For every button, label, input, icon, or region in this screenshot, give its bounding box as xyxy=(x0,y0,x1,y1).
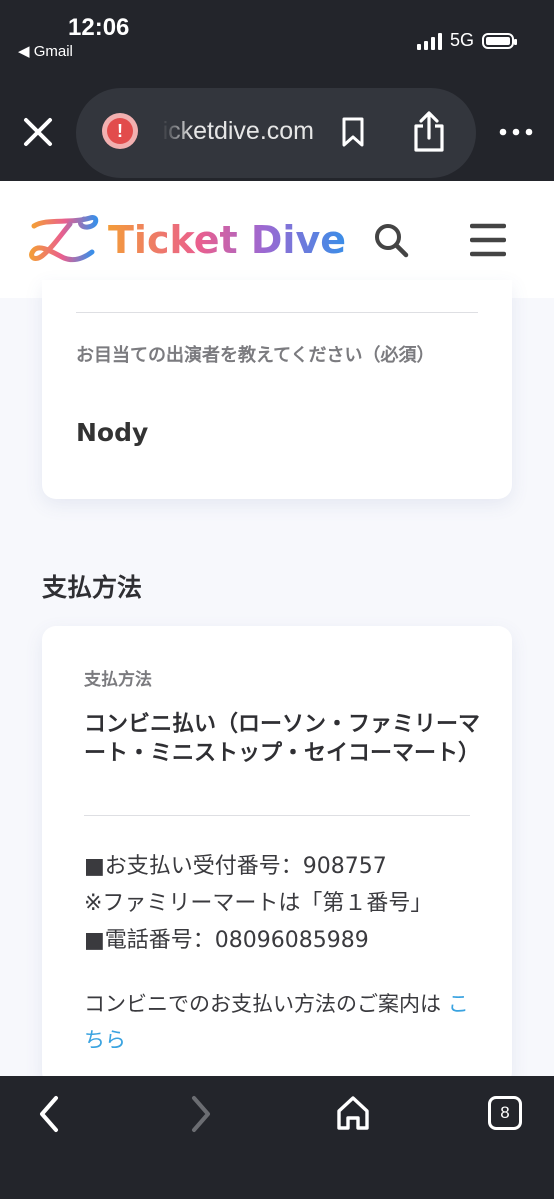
home-icon[interactable] xyxy=(334,1093,372,1133)
network-type: 5G xyxy=(449,30,474,50)
phone-number-line: ■電話番号：08096085989 xyxy=(84,928,369,953)
share-icon[interactable] xyxy=(410,110,448,154)
search-icon[interactable] xyxy=(372,221,410,259)
divider xyxy=(76,312,478,313)
back-arrow-icon[interactable] xyxy=(34,1094,64,1134)
signal-icon xyxy=(416,32,442,50)
tabs-count-button[interactable]: 8 xyxy=(488,1096,522,1130)
forward-arrow-icon[interactable] xyxy=(186,1094,216,1134)
payment-guide: コンビニでのお支払い方法のご案内は こちら xyxy=(84,986,484,1058)
hamburger-menu-icon[interactable] xyxy=(470,222,506,258)
url-text[interactable]: ticketdive.com xyxy=(162,117,314,146)
payment-method-value: コンビニ払い（ローソン・ファミリーマート・ミニストップ・セイコーマート） xyxy=(84,712,481,766)
section-title: 支払方法 xyxy=(42,573,143,602)
payment-method-label: 支払方法 xyxy=(84,670,152,690)
payment-guide-text: コンビニでのお支払い方法のご案内は xyxy=(84,992,441,1016)
performer-answer: Nody xyxy=(76,418,149,447)
ticketdive-logo-icon[interactable] xyxy=(26,212,100,264)
status-indicators: 5G xyxy=(416,30,517,51)
performer-question-label: お目当ての出演者を教えてください（必須） xyxy=(76,345,435,366)
divider xyxy=(84,815,470,816)
security-warning-icon[interactable]: ! xyxy=(102,113,138,149)
receipt-number-line: ■お支払い受付番号：908757 xyxy=(84,854,387,879)
browser-bottom-toolbar xyxy=(0,1076,554,1199)
logo-text[interactable]: Ticket Dive xyxy=(108,218,346,262)
more-options-icon[interactable] xyxy=(498,124,534,140)
battery-icon xyxy=(482,32,517,49)
close-icon[interactable] xyxy=(20,114,56,150)
familymart-note: ※ファミリーマートは「第１番号」 xyxy=(84,891,433,916)
status-time: 12:06 xyxy=(68,14,130,41)
back-to-app-link[interactable]: ◀ Gmail xyxy=(18,42,73,60)
bookmark-icon[interactable] xyxy=(338,116,368,148)
